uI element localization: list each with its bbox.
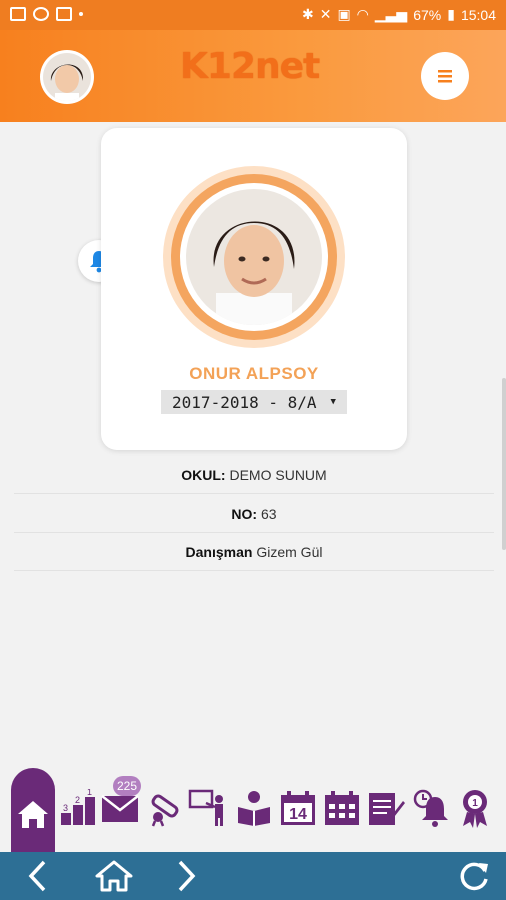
refresh-icon — [460, 862, 488, 891]
advisor-label: Danışman — [185, 544, 253, 560]
tab-alarm[interactable] — [412, 786, 452, 830]
navigation-bar — [0, 852, 506, 900]
certificate-icon — [151, 794, 179, 827]
more-notifications-icon — [79, 12, 83, 16]
home-outline-icon — [95, 860, 133, 892]
gallery-notification-icon — [10, 7, 26, 21]
calendar-day-number: 14 — [289, 806, 307, 823]
tab-homework[interactable] — [366, 786, 406, 830]
mute-icon: ✕ — [319, 6, 332, 22]
clock: 15:04 — [460, 6, 496, 23]
reading-icon — [238, 791, 270, 826]
hamburger-icon — [438, 70, 452, 83]
svg-text:1: 1 — [87, 789, 92, 797]
advisor-row: Danışman Gizem Gül — [14, 533, 494, 571]
tab-awards[interactable]: 1 — [455, 786, 495, 830]
alarm-bell-icon — [413, 789, 448, 827]
teacher-icon — [188, 789, 223, 826]
student-name: ONUR ALPSOY — [189, 364, 319, 383]
drawer-handle[interactable] — [502, 378, 506, 550]
student-number-label: NO: — [231, 506, 258, 522]
app-logo: K12net — [180, 44, 330, 97]
messages-count-badge: 225 — [113, 776, 141, 796]
student-number-row: NO: 63 — [14, 495, 494, 533]
feature-tab-bar: 3 2 1 225 14 1 — [0, 766, 506, 852]
wifi-icon: ◠ — [356, 6, 369, 22]
home-nav-button[interactable] — [92, 858, 136, 894]
award-badge-icon: 1 — [463, 790, 487, 828]
status-bar: ✱ ✕ ▣ ◠ ▁▃▅ 67% ▮ 15:04 — [0, 0, 506, 30]
tab-certificates[interactable] — [145, 786, 185, 830]
nfc-icon: ▣ — [337, 6, 351, 22]
calendar-icon — [325, 791, 359, 825]
mail-icon — [101, 795, 139, 822]
svg-text:3: 3 — [63, 803, 68, 813]
chevron-left-icon — [28, 860, 46, 892]
bluetooth-icon: ✱ — [301, 6, 314, 22]
photo-ring — [163, 166, 345, 348]
school-label: OKUL: — [181, 467, 226, 483]
svg-text:1: 1 — [472, 798, 478, 809]
battery-percent: 67% — [413, 6, 442, 23]
student-photo — [186, 189, 322, 325]
calendar-day-icon: 14 — [281, 791, 315, 825]
tab-calendar[interactable] — [322, 786, 362, 830]
forward-button[interactable] — [168, 858, 204, 894]
ranking-icon: 3 2 1 — [61, 789, 95, 825]
term-class-select[interactable]: 2017-2018 - 8/A ▼ — [161, 390, 347, 414]
signal-icon: ▁▃▅ — [374, 6, 408, 22]
tab-schedule[interactable]: 14 — [278, 786, 318, 830]
tab-teacher[interactable] — [188, 786, 228, 830]
chevron-right-icon — [178, 860, 196, 892]
svg-text:2: 2 — [75, 795, 80, 805]
app-header: K12net — [0, 30, 506, 122]
mail-notification-icon — [56, 7, 72, 21]
refresh-button[interactable] — [456, 858, 492, 894]
logo-text: K12net — [180, 46, 320, 87]
back-button[interactable] — [20, 858, 56, 894]
student-number-value: 63 — [260, 506, 277, 522]
dropdown-arrow-icon: ▼ — [330, 397, 336, 407]
advisor-value: Gizem Gül — [256, 544, 323, 560]
profile-card: ONUR ALPSOY 2017-2018 - 8/A ▼ — [101, 128, 407, 450]
user-avatar[interactable] — [40, 50, 94, 104]
term-class-value: 2017-2018 - 8/A — [172, 392, 317, 412]
school-row: OKUL: DEMO SUNUM — [14, 456, 494, 494]
battery-icon: ▮ — [447, 6, 455, 22]
tab-reading[interactable] — [234, 786, 274, 830]
whatsapp-notification-icon — [33, 7, 49, 21]
menu-button[interactable] — [421, 52, 469, 100]
home-icon — [18, 801, 48, 828]
homework-icon — [369, 793, 405, 825]
tab-home[interactable] — [11, 768, 55, 852]
school-value: DEMO SUNUM — [229, 467, 327, 483]
tab-rankings[interactable]: 3 2 1 — [58, 786, 98, 830]
